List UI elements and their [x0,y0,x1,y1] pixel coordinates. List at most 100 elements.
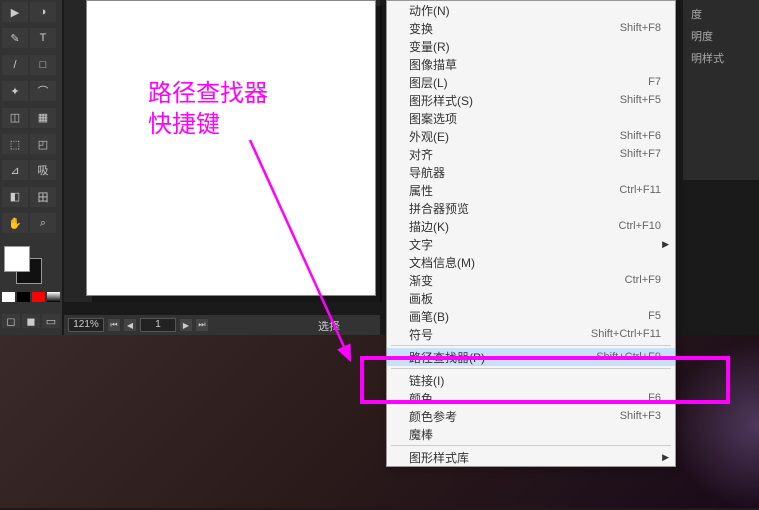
menu-separator [391,345,671,346]
tool-blob[interactable]: ◫ [2,108,28,128]
nav-prev[interactable]: ◀ [124,319,136,331]
tool-artboard[interactable]: 田 [30,187,56,207]
mini-swatch-2[interactable] [17,292,30,302]
menu-item-shortcut: Shift+F6 [620,130,661,142]
swatch-foreground[interactable] [4,246,30,272]
status-label: 选择 [318,318,340,334]
menu-item[interactable]: 画板 [387,289,675,307]
menu-item-label: 魔棒 [409,426,661,443]
menu-item-label: 拼合器预览 [409,200,661,217]
menu-item-shortcut: Shift+F7 [620,148,661,160]
color-swatches[interactable] [2,244,58,284]
tool-hand[interactable]: ✋ [2,213,28,233]
right-panel-item-3[interactable]: 明样式 [687,48,755,70]
menu-item[interactable]: 链接(I) [387,371,675,389]
document-area [64,0,380,302]
submenu-arrow-icon: ▶ [662,452,669,463]
submenu-arrow-icon: ▶ [662,239,669,250]
menu-item-shortcut: Ctrl+F9 [625,274,661,286]
menu-item-shortcut: Shift+Ctrl+F11 [591,328,661,340]
nav-next[interactable]: ▶ [180,319,192,331]
menu-item[interactable]: 拼合器预览 [387,199,675,217]
menu-item-label: 动作(N) [409,2,661,19]
menu-item-label: 外观(E) [409,128,620,145]
menu-item[interactable]: 变换Shift+F8 [387,19,675,37]
menu-item[interactable]: 对齐Shift+F7 [387,145,675,163]
right-panel-item-2[interactable]: 明度 [687,26,755,48]
menu-item[interactable]: 图形样式(S)Shift+F5 [387,91,675,109]
menu-separator [391,368,671,369]
mini-swatch-4[interactable] [47,292,60,302]
menu-item-shortcut: F6 [648,392,661,404]
tool-selection[interactable]: ▶ [2,2,28,22]
menu-item[interactable]: 描边(K)Ctrl+F10 [387,217,675,235]
menu-item[interactable]: 颜色参考Shift+F3 [387,407,675,425]
menu-item-label: 文字 [409,236,661,253]
menu-item[interactable]: 文字▶ [387,235,675,253]
menu-item[interactable]: 变量(R) [387,37,675,55]
tool-eraser[interactable]: ▦ [30,108,56,128]
menu-item[interactable]: 颜色F6 [387,389,675,407]
menu-item-label: 图层(L) [409,74,648,91]
tool-scale[interactable]: ◰ [30,134,56,154]
menu-item-label: 对齐 [409,146,620,163]
tool-gradient[interactable]: ◧ [2,187,28,207]
menu-item-label: 描边(K) [409,218,619,235]
menu-item-label: 颜色参考 [409,408,620,425]
menu-item[interactable]: 魔棒 [387,425,675,443]
menu-item[interactable]: 图像描草 [387,55,675,73]
screen-mode-1[interactable]: ◻ [2,314,20,328]
screen-mode-3[interactable]: ▭ [42,314,60,328]
menu-item-label: 图形样式(S) [409,92,620,109]
menu-item-label: 变换 [409,20,620,37]
menu-item[interactable]: 图层(L)F7 [387,73,675,91]
page-field[interactable]: 1 [140,318,176,332]
right-panel-item-1[interactable]: 度 [687,4,755,26]
menu-item[interactable]: 符号Shift+Ctrl+F11 [387,325,675,343]
annotation-line-1: 路径查找器 [148,78,268,109]
artboard[interactable] [86,0,376,296]
menu-item-shortcut: Shift+F5 [620,94,661,106]
menu-item-label: 画板 [409,290,661,307]
nav-first[interactable]: ⏮ [108,319,120,331]
tool-eyedrop[interactable]: 吸 [30,160,56,180]
menu-item-shortcut: Shift+F3 [620,410,661,422]
menu-item[interactable]: 路径查找器(P)Shift+Ctrl+F9 [387,348,675,366]
menu-item-label: 文档信息(M) [409,254,661,271]
nav-last[interactable]: ⏭ [196,319,208,331]
tool-palette: ▶ ◑ ✎ T / □ ✦ ⌒ ◫ ▦ ⬚ ◰ ⊿ 吸 ◧ 田 ✋ ⌕ ◻ ◼ … [0,0,62,335]
menu-item-shortcut: F7 [648,76,661,88]
tool-width[interactable]: ⊿ [2,160,28,180]
menu-item-label: 图像描草 [409,56,661,73]
tool-pencil[interactable]: ⌒ [30,81,56,101]
tool-rect[interactable]: □ [30,55,56,75]
menu-item[interactable]: 图案选项 [387,109,675,127]
menu-item[interactable]: 属性Ctrl+F11 [387,181,675,199]
window-menu: 动作(N)变换Shift+F8变量(R)图像描草图层(L)F7图形样式(S)Sh… [386,0,676,467]
menu-item[interactable]: 文档信息(M) [387,253,675,271]
tool-line[interactable]: / [2,55,28,75]
menu-item-label: 画笔(B) [409,308,648,325]
right-panel: 度 明度 明样式 [683,0,759,180]
mini-swatch-1[interactable] [2,292,15,302]
menu-item[interactable]: 渐变Ctrl+F9 [387,271,675,289]
annotation-line-2: 快捷键 [148,109,268,140]
menu-item-label: 颜色 [409,390,648,407]
menu-item[interactable]: 画笔(B)F5 [387,307,675,325]
background-glow [669,340,759,510]
tool-brush[interactable]: ✦ [2,81,28,101]
tool-rotate[interactable]: ⬚ [2,134,28,154]
tool-direct[interactable]: ◑ [30,2,56,22]
tool-type[interactable]: T [30,28,56,48]
menu-item[interactable]: 导航器 [387,163,675,181]
screen-mode-2[interactable]: ◼ [22,314,40,328]
menu-item[interactable]: 外观(E)Shift+F6 [387,127,675,145]
tool-pen[interactable]: ✎ [2,28,28,48]
menu-separator [391,445,671,446]
menu-item[interactable]: 图形样式库▶ [387,448,675,466]
tool-zoom[interactable]: ⌕ [30,213,56,233]
mini-swatch-row [2,292,60,306]
menu-item[interactable]: 动作(N) [387,1,675,19]
zoom-field[interactable]: 121% [68,318,104,332]
mini-swatch-3[interactable] [32,292,45,302]
